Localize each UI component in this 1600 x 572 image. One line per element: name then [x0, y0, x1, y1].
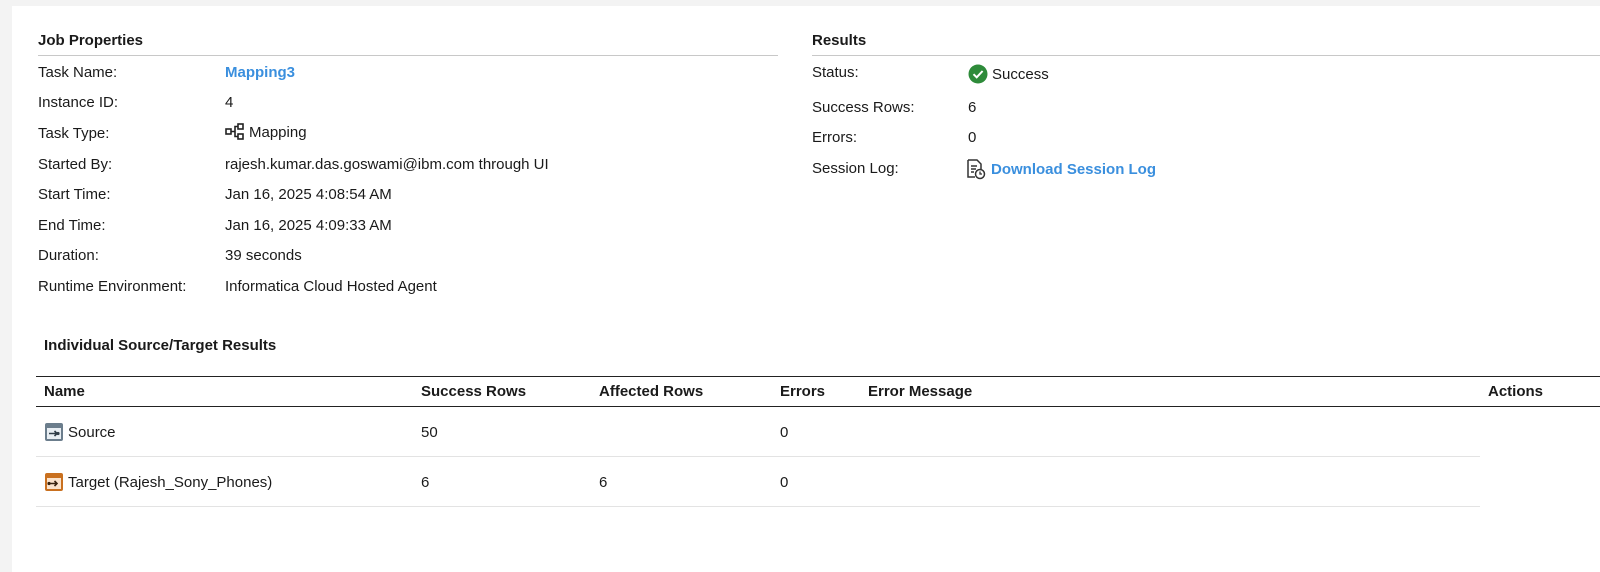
status-value-wrap: Success: [968, 64, 1049, 84]
target-icon: [44, 472, 64, 492]
errors-value: 0: [968, 129, 977, 146]
job-properties-title: Job Properties: [38, 32, 144, 49]
success-rows-value: 6: [968, 99, 977, 116]
results-title: Results: [812, 32, 867, 49]
row-divider: [36, 506, 1480, 507]
task-type-value-wrap: Mapping: [225, 123, 307, 141]
end-time-value: Jan 16, 2025 4:09:33 AM: [225, 217, 392, 234]
individual-results-title: Individual Source/Target Results: [44, 337, 277, 354]
row-divider: [36, 456, 1480, 457]
target-affected-rows: 6: [599, 474, 608, 491]
end-time-label: End Time:: [38, 217, 106, 234]
table-row-target-name: Target (Rajesh_Sony_Phones): [44, 472, 272, 492]
start-time-label: Start Time:: [38, 186, 111, 203]
status-value: Success: [992, 65, 1049, 83]
col-header-success-rows[interactable]: Success Rows: [421, 383, 526, 400]
target-success-rows: 6: [421, 474, 430, 491]
task-name-value[interactable]: Mapping3: [225, 64, 295, 81]
duration-value: 39 seconds: [225, 247, 302, 264]
errors-label: Errors:: [812, 129, 857, 146]
mapping-icon: [225, 123, 245, 141]
runtime-environment-label: Runtime Environment:: [38, 278, 187, 295]
session-log-label: Session Log:: [812, 160, 899, 177]
source-icon: [44, 422, 64, 442]
instance-id-label: Instance ID:: [38, 94, 119, 111]
col-header-name[interactable]: Name: [44, 383, 85, 400]
table-row-source-name: Source: [44, 422, 116, 442]
divider: [812, 55, 1600, 56]
table-top-border: [36, 376, 1600, 377]
success-rows-label: Success Rows:: [812, 99, 915, 116]
source-errors: 0: [780, 424, 789, 441]
session-log-icon: [965, 158, 987, 180]
task-name-label: Task Name:: [38, 64, 118, 81]
target-name: Target (Rajesh_Sony_Phones): [68, 473, 273, 491]
session-log-link-wrap[interactable]: Download Session Log: [965, 158, 1156, 180]
col-header-error-message[interactable]: Error Message: [868, 383, 972, 400]
download-session-log-link[interactable]: Download Session Log: [991, 161, 1156, 178]
col-header-actions: Actions: [1488, 383, 1544, 400]
divider: [38, 55, 778, 56]
instance-id-value: 4: [225, 94, 234, 111]
started-by-label: Started By:: [38, 156, 113, 173]
start-time-value: Jan 16, 2025 4:08:54 AM: [225, 186, 392, 203]
job-details-panel: Job Properties Task Name: Mapping3 Insta…: [12, 6, 1600, 572]
status-label: Status:: [812, 64, 859, 81]
target-errors: 0: [780, 474, 789, 491]
started-by-value: rajesh.kumar.das.goswami@ibm.com through…: [225, 156, 549, 173]
task-name-link[interactable]: Mapping3: [225, 64, 295, 81]
success-check-icon: [968, 64, 988, 84]
source-name: Source: [68, 423, 116, 441]
runtime-environment-value: Informatica Cloud Hosted Agent: [225, 278, 437, 295]
task-type-label: Task Type:: [38, 125, 110, 142]
task-type-value: Mapping: [249, 123, 307, 141]
source-success-rows: 50: [421, 424, 438, 441]
table-header-border: [36, 406, 1600, 407]
duration-label: Duration:: [38, 247, 99, 264]
col-header-errors[interactable]: Errors: [780, 383, 825, 400]
col-header-affected-rows[interactable]: Affected Rows: [599, 383, 703, 400]
